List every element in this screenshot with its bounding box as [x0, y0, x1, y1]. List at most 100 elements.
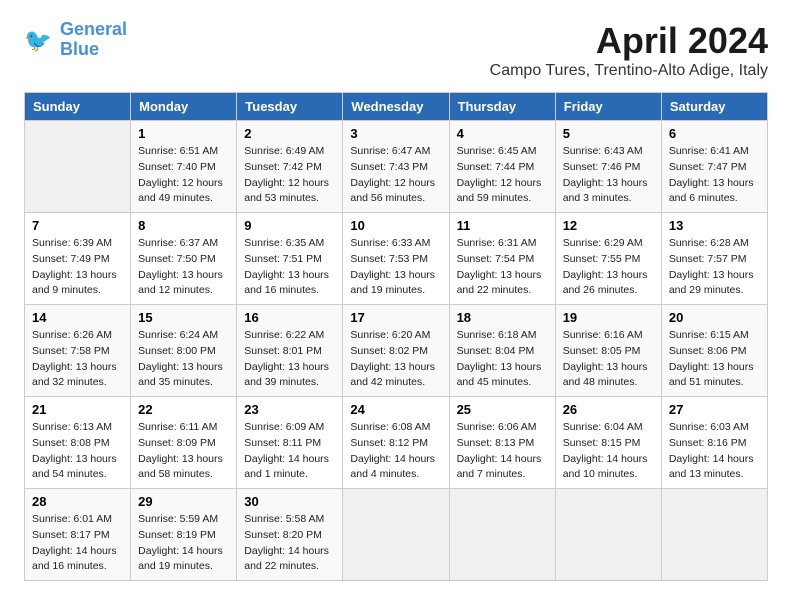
date-number: 19	[563, 310, 654, 325]
calendar-cell: 25 Sunrise: 6:06 AM Sunset: 8:13 PM Dayli…	[449, 397, 555, 489]
date-number: 29	[138, 494, 229, 509]
calendar-cell: 13 Sunrise: 6:28 AM Sunset: 7:57 PM Dayli…	[661, 213, 767, 305]
date-number: 13	[669, 218, 760, 233]
svg-text:🐦: 🐦	[24, 28, 52, 53]
calendar-cell: 14Sunrise: 6:26 AM Sunset: 7:58 PM Dayli…	[25, 305, 131, 397]
cell-content: Sunrise: 6:41 AM Sunset: 7:47 PM Dayligh…	[669, 144, 760, 207]
calendar-cell: 6 Sunrise: 6:41 AM Sunset: 7:47 PM Daylig…	[661, 121, 767, 213]
date-number: 15	[138, 310, 229, 325]
logo-text: General Blue	[60, 20, 127, 60]
calendar-cell: 2 Sunrise: 6:49 AM Sunset: 7:42 PM Daylig…	[237, 121, 343, 213]
date-number: 8	[138, 218, 229, 233]
cell-content: Sunrise: 6:31 AM Sunset: 7:54 PM Dayligh…	[457, 236, 548, 299]
col-header-tuesday: Tuesday	[237, 93, 343, 121]
calendar-cell: 30Sunrise: 5:58 AM Sunset: 8:20 PM Dayli…	[237, 489, 343, 581]
cell-content: Sunrise: 6:06 AM Sunset: 8:13 PM Dayligh…	[457, 420, 548, 483]
calendar-cell: 23 Sunrise: 6:09 AM Sunset: 8:11 PM Dayli…	[237, 397, 343, 489]
calendar-cell: 22Sunrise: 6:11 AM Sunset: 8:09 PM Dayli…	[131, 397, 237, 489]
calendar-cell: 4Sunrise: 6:45 AM Sunset: 7:44 PM Daylig…	[449, 121, 555, 213]
calendar-cell	[555, 489, 661, 581]
page-header: 🐦 General Blue April 2024 Campo Tures, T…	[24, 20, 768, 80]
calendar-cell: 7Sunrise: 6:39 AM Sunset: 7:49 PM Daylig…	[25, 213, 131, 305]
calendar-cell: 17 Sunrise: 6:20 AM Sunset: 8:02 PM Dayli…	[343, 305, 449, 397]
col-header-monday: Monday	[131, 93, 237, 121]
calendar-cell: 16Sunrise: 6:22 AM Sunset: 8:01 PM Dayli…	[237, 305, 343, 397]
cell-content: Sunrise: 5:59 AM Sunset: 8:19 PM Dayligh…	[138, 512, 229, 575]
calendar-cell: 27Sunrise: 6:03 AM Sunset: 8:16 PM Dayli…	[661, 397, 767, 489]
cell-content: Sunrise: 6:20 AM Sunset: 8:02 PM Dayligh…	[350, 328, 441, 391]
calendar-cell: 21 Sunrise: 6:13 AM Sunset: 8:08 PM Dayli…	[25, 397, 131, 489]
date-number: 4	[457, 126, 548, 141]
cell-content: Sunrise: 6:08 AM Sunset: 8:12 PM Dayligh…	[350, 420, 441, 483]
date-number: 3	[350, 126, 441, 141]
calendar-cell: 3 Sunrise: 6:47 AM Sunset: 7:43 PM Daylig…	[343, 121, 449, 213]
calendar-cell: 24 Sunrise: 6:08 AM Sunset: 8:12 PM Dayli…	[343, 397, 449, 489]
date-number: 6	[669, 126, 760, 141]
date-number: 30	[244, 494, 335, 509]
cell-content: Sunrise: 6:01 AM Sunset: 8:17 PM Dayligh…	[32, 512, 123, 575]
col-header-saturday: Saturday	[661, 93, 767, 121]
date-number: 18	[457, 310, 548, 325]
date-number: 26	[563, 402, 654, 417]
date-number: 1	[138, 126, 229, 141]
cell-content: Sunrise: 6:47 AM Sunset: 7:43 PM Dayligh…	[350, 144, 441, 207]
calendar-cell	[661, 489, 767, 581]
calendar-cell: 12 Sunrise: 6:29 AM Sunset: 7:55 PM Dayli…	[555, 213, 661, 305]
date-number: 28	[32, 494, 123, 509]
calendar-cell: 10 Sunrise: 6:33 AM Sunset: 7:53 PM Dayli…	[343, 213, 449, 305]
date-number: 14	[32, 310, 123, 325]
col-header-friday: Friday	[555, 93, 661, 121]
cell-content: Sunrise: 6:37 AM Sunset: 7:50 PM Dayligh…	[138, 236, 229, 299]
cell-content: Sunrise: 6:13 AM Sunset: 8:08 PM Dayligh…	[32, 420, 123, 483]
week-row-4: 21 Sunrise: 6:13 AM Sunset: 8:08 PM Dayli…	[25, 397, 768, 489]
calendar-table: SundayMondayTuesdayWednesdayThursdayFrid…	[24, 92, 768, 581]
date-number: 7	[32, 218, 123, 233]
calendar-cell: 19 Sunrise: 6:16 AM Sunset: 8:05 PM Dayli…	[555, 305, 661, 397]
calendar-cell: 15Sunrise: 6:24 AM Sunset: 8:00 PM Dayli…	[131, 305, 237, 397]
logo: 🐦 General Blue	[24, 20, 127, 60]
week-row-5: 28 Sunrise: 6:01 AM Sunset: 8:17 PM Dayli…	[25, 489, 768, 581]
week-row-2: 7Sunrise: 6:39 AM Sunset: 7:49 PM Daylig…	[25, 213, 768, 305]
calendar-cell: 5Sunrise: 6:43 AM Sunset: 7:46 PM Daylig…	[555, 121, 661, 213]
subtitle: Campo Tures, Trentino-Alto Adige, Italy	[490, 62, 768, 80]
date-number: 24	[350, 402, 441, 417]
cell-content: Sunrise: 6:16 AM Sunset: 8:05 PM Dayligh…	[563, 328, 654, 391]
calendar-cell: 20Sunrise: 6:15 AM Sunset: 8:06 PM Dayli…	[661, 305, 767, 397]
cell-content: Sunrise: 6:49 AM Sunset: 7:42 PM Dayligh…	[244, 144, 335, 207]
calendar-cell: 8 Sunrise: 6:37 AM Sunset: 7:50 PM Daylig…	[131, 213, 237, 305]
cell-content: Sunrise: 6:15 AM Sunset: 8:06 PM Dayligh…	[669, 328, 760, 391]
cell-content: Sunrise: 6:33 AM Sunset: 7:53 PM Dayligh…	[350, 236, 441, 299]
main-title: April 2024	[490, 20, 768, 62]
cell-content: Sunrise: 6:29 AM Sunset: 7:55 PM Dayligh…	[563, 236, 654, 299]
cell-content: Sunrise: 6:22 AM Sunset: 8:01 PM Dayligh…	[244, 328, 335, 391]
calendar-cell: 29 Sunrise: 5:59 AM Sunset: 8:19 PM Dayli…	[131, 489, 237, 581]
calendar-cell	[449, 489, 555, 581]
cell-content: Sunrise: 6:51 AM Sunset: 7:40 PM Dayligh…	[138, 144, 229, 207]
col-header-thursday: Thursday	[449, 93, 555, 121]
week-row-1: 1 Sunrise: 6:51 AM Sunset: 7:40 PM Daylig…	[25, 121, 768, 213]
date-number: 9	[244, 218, 335, 233]
date-number: 21	[32, 402, 123, 417]
date-number: 12	[563, 218, 654, 233]
col-header-wednesday: Wednesday	[343, 93, 449, 121]
cell-content: Sunrise: 6:28 AM Sunset: 7:57 PM Dayligh…	[669, 236, 760, 299]
title-block: April 2024 Campo Tures, Trentino-Alto Ad…	[490, 20, 768, 80]
date-number: 5	[563, 126, 654, 141]
date-number: 11	[457, 218, 548, 233]
calendar-cell	[25, 121, 131, 213]
date-number: 23	[244, 402, 335, 417]
date-number: 10	[350, 218, 441, 233]
week-row-3: 14Sunrise: 6:26 AM Sunset: 7:58 PM Dayli…	[25, 305, 768, 397]
header-row: SundayMondayTuesdayWednesdayThursdayFrid…	[25, 93, 768, 121]
date-number: 25	[457, 402, 548, 417]
cell-content: Sunrise: 6:09 AM Sunset: 8:11 PM Dayligh…	[244, 420, 335, 483]
calendar-cell: 1 Sunrise: 6:51 AM Sunset: 7:40 PM Daylig…	[131, 121, 237, 213]
calendar-cell: 18 Sunrise: 6:18 AM Sunset: 8:04 PM Dayli…	[449, 305, 555, 397]
calendar-cell: 11 Sunrise: 6:31 AM Sunset: 7:54 PM Dayli…	[449, 213, 555, 305]
cell-content: Sunrise: 6:18 AM Sunset: 8:04 PM Dayligh…	[457, 328, 548, 391]
calendar-cell: 9Sunrise: 6:35 AM Sunset: 7:51 PM Daylig…	[237, 213, 343, 305]
calendar-cell	[343, 489, 449, 581]
cell-content: Sunrise: 6:04 AM Sunset: 8:15 PM Dayligh…	[563, 420, 654, 483]
date-number: 2	[244, 126, 335, 141]
date-number: 17	[350, 310, 441, 325]
